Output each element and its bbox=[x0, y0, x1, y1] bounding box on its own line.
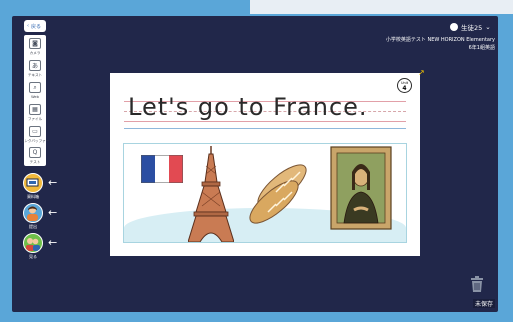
lesson-slide[interactable]: Let's go to France. Unit 4 bbox=[110, 73, 420, 256]
back-label: 戻る bbox=[31, 23, 42, 30]
materials-box-button[interactable] bbox=[23, 173, 43, 193]
user-menu[interactable]: 生徒25 ⌄ bbox=[450, 22, 491, 32]
guide-line bbox=[124, 128, 406, 129]
tool-label: テキスト bbox=[27, 73, 43, 77]
camera-icon: ◙ bbox=[29, 38, 41, 49]
baguette-icon bbox=[249, 164, 307, 224]
tool-label: テスト bbox=[29, 160, 41, 164]
group-avatar-icon bbox=[26, 238, 40, 251]
tool-label: Web bbox=[31, 95, 39, 99]
view-label: 見る bbox=[29, 254, 37, 259]
chevron-left-icon: ‹ bbox=[27, 23, 29, 29]
class-name: 6年1組英語 bbox=[468, 45, 495, 51]
tool-text[interactable]: あ テキスト bbox=[26, 58, 44, 82]
test-icon: Q bbox=[29, 147, 41, 158]
back-button[interactable]: ‹ 戻る bbox=[24, 20, 46, 32]
mona-lisa-painting-icon bbox=[330, 146, 392, 230]
tool-label: カメラ bbox=[29, 51, 41, 55]
arrow-left-icon: ← bbox=[48, 176, 58, 189]
guide-line bbox=[124, 121, 406, 122]
tool-web[interactable]: ⌕ Web bbox=[26, 80, 44, 104]
top-bar bbox=[250, 0, 513, 14]
course-name: 小学校英語テスト NEW HORIZON Elementary bbox=[385, 37, 495, 43]
student-avatar-icon bbox=[27, 206, 38, 221]
eiffel-tower-icon bbox=[188, 146, 234, 242]
trash-icon[interactable] bbox=[470, 275, 484, 293]
unit-badge: Unit 4 bbox=[397, 78, 412, 93]
tool-test[interactable]: Q テスト bbox=[26, 145, 44, 169]
user-icon bbox=[450, 23, 458, 31]
submit-label: 提出 bbox=[29, 224, 37, 229]
unit-number: 4 bbox=[402, 85, 407, 92]
expand-icon[interactable]: ↗ bbox=[418, 68, 425, 77]
text-icon: あ bbox=[29, 60, 41, 71]
view-button[interactable] bbox=[23, 233, 43, 253]
tool-label: リンクバッファー bbox=[20, 139, 50, 143]
arrow-left-icon: ← bbox=[48, 206, 58, 219]
tool-camera[interactable]: ◙ カメラ bbox=[26, 36, 44, 60]
unsaved-status: 未保存 bbox=[473, 299, 496, 308]
box-icon bbox=[26, 178, 39, 187]
link-icon: ▭ bbox=[29, 126, 41, 137]
tool-file[interactable]: ▦ ファイル bbox=[26, 102, 44, 126]
french-flag-icon bbox=[141, 155, 183, 183]
picture-panel bbox=[123, 143, 407, 243]
arrow-left-icon: ← bbox=[48, 236, 58, 249]
web-search-icon: ⌕ bbox=[29, 82, 41, 93]
submit-button[interactable] bbox=[23, 203, 43, 223]
tool-palette: ◙ カメラ あ テキスト ⌕ Web ▦ ファイル ▭ リンクバッファー Q テ… bbox=[21, 35, 49, 169]
slide-title: Let's go to France. bbox=[128, 93, 368, 121]
materials-box-label: 資料箱 bbox=[27, 194, 39, 199]
chevron-down-icon: ⌄ bbox=[485, 23, 491, 31]
tool-label: ファイル bbox=[27, 117, 43, 121]
user-name: 生徒25 bbox=[461, 24, 483, 32]
file-icon: ▦ bbox=[29, 104, 41, 115]
